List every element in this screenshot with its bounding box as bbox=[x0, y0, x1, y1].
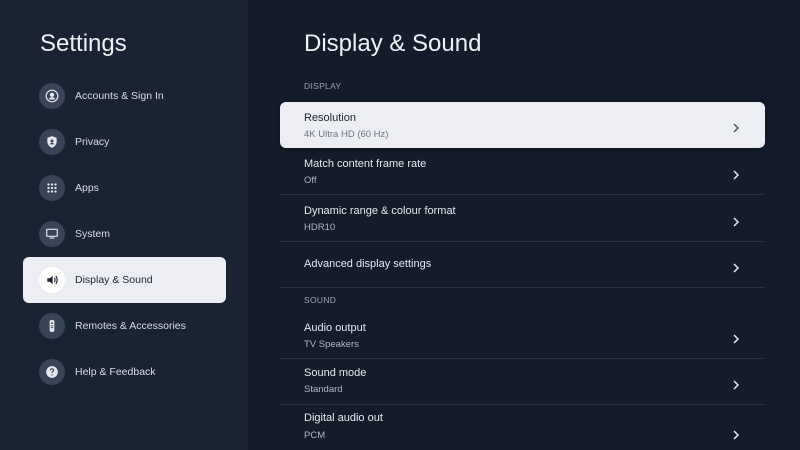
sidebar-item-label: Display & Sound bbox=[75, 274, 153, 286]
row-value: PCM bbox=[304, 430, 326, 441]
apps-grid-icon bbox=[39, 175, 65, 201]
setting-row-digital-audio-out[interactable]: Digital audio out PCM bbox=[280, 405, 765, 450]
chevron-right-icon bbox=[731, 377, 741, 390]
page-title: Display & Sound bbox=[304, 30, 482, 57]
monitor-icon bbox=[39, 221, 65, 247]
row-value: HDR10 bbox=[304, 222, 336, 233]
row-title: Digital audio out bbox=[304, 412, 383, 424]
sidebar-item-label: Apps bbox=[75, 182, 99, 194]
setting-row-advanced-display[interactable]: Advanced display settings bbox=[280, 242, 765, 288]
sidebar-item-system[interactable]: System bbox=[23, 211, 226, 257]
sidebar: Settings Accounts & Sign In Privacy Apps… bbox=[0, 0, 248, 450]
setting-row-resolution[interactable]: Resolution 4K Ultra HD (60 Hz) bbox=[280, 102, 765, 148]
row-value: TV Speakers bbox=[304, 339, 359, 350]
row-value: Off bbox=[304, 175, 317, 186]
row-title: Dynamic range & colour format bbox=[304, 205, 456, 217]
help-icon bbox=[39, 359, 65, 385]
chevron-right-icon bbox=[731, 120, 741, 133]
setting-row-sound-mode[interactable]: Sound mode Standard bbox=[280, 359, 765, 405]
chevron-right-icon bbox=[731, 167, 741, 180]
chevron-right-icon bbox=[731, 260, 741, 273]
section-label-sound: SOUND bbox=[304, 295, 337, 305]
sidebar-item-remotes[interactable]: Remotes & Accessories bbox=[23, 303, 226, 349]
row-title: Resolution bbox=[304, 112, 356, 124]
sidebar-item-label: Help & Feedback bbox=[75, 366, 156, 378]
chevron-right-icon bbox=[731, 427, 741, 440]
sidebar-item-help[interactable]: Help & Feedback bbox=[23, 349, 226, 395]
speaker-icon bbox=[39, 267, 65, 293]
sidebar-title: Settings bbox=[40, 30, 127, 57]
section-label-display: DISPLAY bbox=[304, 81, 342, 91]
row-value: 4K Ultra HD (60 Hz) bbox=[304, 129, 389, 140]
row-title: Audio output bbox=[304, 322, 366, 334]
remote-icon bbox=[39, 313, 65, 339]
shield-icon bbox=[39, 129, 65, 155]
setting-row-dynamic-range[interactable]: Dynamic range & colour format HDR10 bbox=[280, 196, 765, 242]
sidebar-item-display-sound[interactable]: Display & Sound bbox=[23, 257, 226, 303]
setting-row-frame-rate[interactable]: Match content frame rate Off bbox=[280, 149, 765, 195]
sidebar-item-apps[interactable]: Apps bbox=[23, 165, 226, 211]
sidebar-item-label: Privacy bbox=[75, 136, 110, 148]
row-value: Standard bbox=[304, 384, 343, 395]
sidebar-nav: Accounts & Sign In Privacy Apps System D… bbox=[23, 73, 226, 395]
setting-row-audio-output[interactable]: Audio output TV Speakers bbox=[280, 313, 765, 359]
chevron-right-icon bbox=[731, 331, 741, 344]
chevron-right-icon bbox=[731, 214, 741, 227]
row-title: Match content frame rate bbox=[304, 158, 427, 170]
row-title: Advanced display settings bbox=[304, 258, 432, 270]
sidebar-item-label: System bbox=[75, 228, 111, 240]
sidebar-item-label: Accounts & Sign In bbox=[75, 90, 164, 102]
sidebar-item-accounts[interactable]: Accounts & Sign In bbox=[23, 73, 226, 119]
sidebar-item-label: Remotes & Accessories bbox=[75, 320, 186, 332]
account-icon bbox=[39, 83, 65, 109]
row-title: Sound mode bbox=[304, 367, 367, 379]
sidebar-item-privacy[interactable]: Privacy bbox=[23, 119, 226, 165]
